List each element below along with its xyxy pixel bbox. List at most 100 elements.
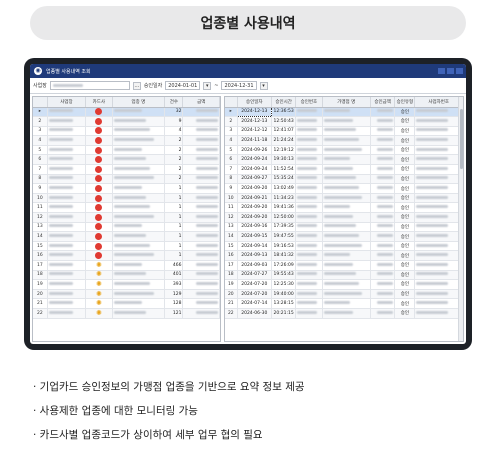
table-row[interactable]: 10 2024-09-21 11:34:23 승인 [225,193,463,204]
approval-amount-cell [370,279,396,290]
company-cell [47,289,87,300]
table-row[interactable]: 91 [33,183,220,194]
table-row[interactable]: ▸ 32 [33,107,220,118]
business-number-cell [414,298,463,309]
table-row[interactable]: 18 2024-07-27 19:55:43 승인 [225,270,463,281]
column-header[interactable]: 사업장 [47,97,87,108]
row-indicator: 16 [33,250,48,261]
redacted-text [113,109,142,113]
company-select[interactable] [49,81,130,90]
column-header[interactable]: 승인시간 [271,97,297,108]
table-row[interactable]: 82 [33,174,220,185]
redacted-text [48,234,73,238]
table-row[interactable]: 21 2024-07-14 13:28:15 승인 [225,298,463,309]
table-row[interactable]: 15 2024-09-14 19:16:53 승인 [225,241,463,252]
date-from-input[interactable]: 2024-01-01 [165,81,201,90]
industry-name-cell [112,202,166,214]
merchant-name-cell [322,202,371,214]
row-indicator: ▸ [225,107,238,118]
business-number-cell [414,289,463,300]
close-icon[interactable] [456,68,463,74]
column-header[interactable] [225,97,238,108]
column-header[interactable]: 승인유형 [394,97,416,108]
table-row[interactable]: 21 ✺ 128 [33,298,220,309]
table-row[interactable]: 13 1 [33,222,220,233]
approval-date-cell: 2024-07-27 [237,270,272,281]
vertical-scrollbar[interactable] [458,97,463,341]
count-cell: 4 [164,126,184,137]
column-header[interactable]: 승인금액 [370,97,396,108]
table-row[interactable]: 16 2024-09-13 18:41:32 승인 [225,250,463,261]
column-header[interactable]: 가맹점 명 [322,97,371,108]
table-row[interactable]: 12 2024-09-20 12:50:00 승인 [225,212,463,223]
industry-name-cell [112,289,166,300]
table-row[interactable]: 52 [33,145,220,156]
table-row[interactable]: 42 [33,135,220,146]
row-indicator: 3 [225,126,238,137]
table-row[interactable]: 17 ✺ 466 [33,260,220,271]
maximize-icon[interactable] [447,68,454,74]
redacted-text [113,291,154,295]
redacted-text [377,253,394,257]
industry-name-cell [112,107,166,118]
approval-amount-cell [370,222,396,233]
column-header[interactable]: 사업자번호 [414,97,463,108]
approval-type-cell: 승인 [394,222,416,233]
table-row[interactable]: 17 2024-09-03 17:26:09 승인 [225,260,463,271]
minimize-icon[interactable] [438,68,445,74]
redacted-text [113,310,146,314]
industry-name-cell [112,183,166,194]
column-header[interactable]: 승인번호 [295,97,323,108]
column-header[interactable]: 카드사 [85,97,113,108]
table-row[interactable]: 9 2024-09-20 13:02:49 승인 [225,183,463,194]
business-number-cell [414,241,463,252]
amount-cell [182,154,220,166]
business-number-cell [414,126,463,137]
table-row[interactable]: ▸ 2024-12-13 12:36:53 승인 [225,106,463,118]
table-row[interactable]: 20 2024-07-20 19:40:00 승인 [225,289,463,300]
calendar-from-icon[interactable]: ▾ [203,81,212,90]
approval-amount-cell [370,241,396,252]
table-row[interactable]: 11 1 [33,202,220,214]
table-row[interactable]: 19 ✺ 393 [33,279,220,290]
table-row[interactable]: 4 2024-11-18 21:24:24 승인 [225,135,463,146]
table-row[interactable]: 20 ✺ 129 [33,289,220,300]
table-row[interactable]: 5 2024-09-26 12:19:12 승인 [225,145,463,156]
table-row[interactable]: 16 1 [33,250,220,261]
table-row[interactable]: 29 [33,116,220,127]
table-row[interactable]: 10 1 [33,193,220,204]
company-search-button[interactable]: … [132,81,141,90]
table-row[interactable]: 14 1 [33,231,220,242]
column-header[interactable]: 건수 [164,97,184,108]
redacted-text [416,176,449,180]
table-row[interactable]: 22 ✺ 121 [33,308,220,319]
table-row[interactable]: 8 2024-09-27 15:35:24 승인 [225,174,463,185]
table-row[interactable]: 15 1 [33,241,220,252]
calendar-to-icon[interactable]: ▾ [259,81,268,90]
row-indicator: 4 [225,135,238,146]
table-row[interactable]: 62 [33,154,220,166]
date-to-input[interactable]: 2024-12-31 [221,81,257,90]
approval-date-cell: 2024-09-20 [237,183,272,194]
column-header[interactable]: 금액 [182,97,220,108]
table-row[interactable]: 22 2024-06-30 20:21:15 승인 [225,308,463,319]
table-row[interactable]: 18 ✺ 401 [33,270,220,281]
scrollbar-thumb[interactable] [460,109,463,169]
table-row[interactable]: 11 2024-09-20 19:41:36 승인 [225,202,463,214]
table-row[interactable]: 19 2024-07-20 12:25:30 승인 [225,279,463,290]
column-header[interactable]: 업종 명 [112,97,166,108]
table-row[interactable]: 13 2024-09-16 17:39:35 승인 [225,222,463,233]
table-row[interactable]: 3 2024-12-12 12:41:07 승인 [225,126,463,137]
approval-amount-cell [370,289,396,300]
table-row[interactable]: 7 2024-09-24 11:52:54 승인 [225,164,463,175]
approval-date-cell: 2024-09-03 [237,260,272,271]
table-row[interactable]: 14 2024-09-15 19:47:55 승인 [225,231,463,242]
column-header[interactable]: 승인일자 [237,97,272,108]
column-header[interactable] [33,97,48,108]
table-row[interactable]: 12 1 [33,212,220,223]
table-row[interactable]: 6 2024-09-24 19:30:13 승인 [225,154,463,166]
table-row[interactable]: 72 [33,164,220,175]
amount-cell [182,279,220,290]
table-row[interactable]: 34 [33,126,220,137]
table-row[interactable]: 2 2024-12-13 12:50:43 승인 [225,116,463,127]
